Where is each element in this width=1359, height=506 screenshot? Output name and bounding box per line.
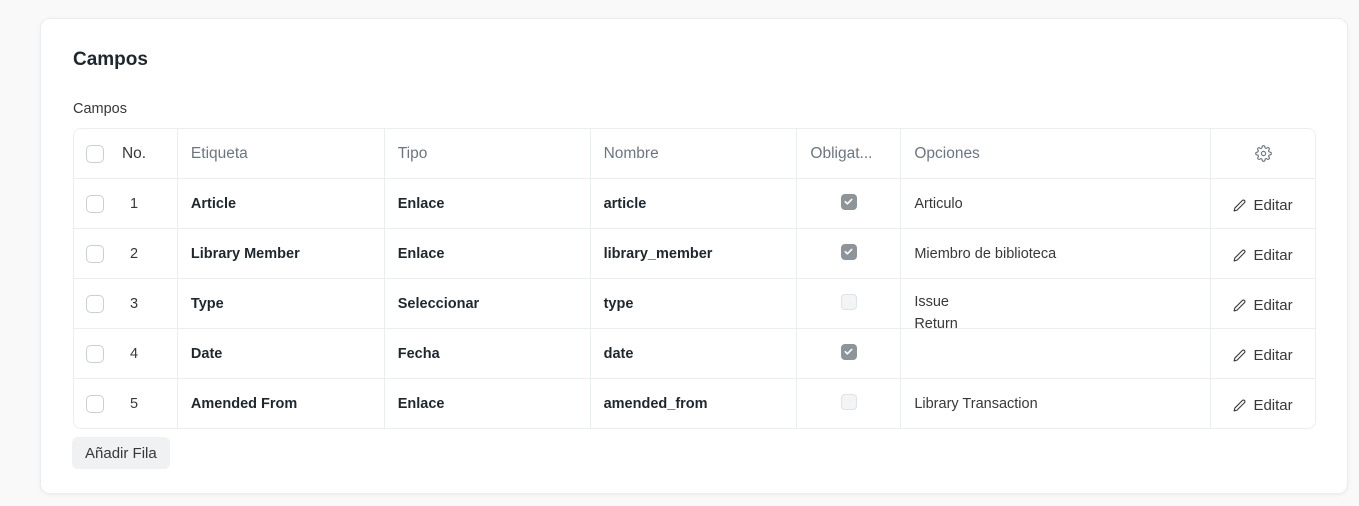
cell-label[interactable]: Amended From bbox=[178, 379, 385, 428]
header-label: Etiqueta bbox=[178, 129, 385, 178]
row-select-checkbox[interactable] bbox=[86, 294, 104, 313]
cell-type[interactable]: Enlace bbox=[385, 379, 591, 428]
table-row[interactable]: 2 Library Member Enlace library_member M… bbox=[74, 229, 1315, 279]
cell-options[interactable]: Miembro de biblioteca bbox=[901, 229, 1212, 278]
gear-icon[interactable] bbox=[1254, 145, 1272, 162]
add-row-button[interactable]: Añadir Fila bbox=[72, 437, 170, 469]
row-number: 4 bbox=[129, 345, 139, 362]
cell-options[interactable]: Issue Return bbox=[901, 279, 1212, 328]
cell-options[interactable]: Library Transaction bbox=[901, 379, 1212, 428]
required-checkbox[interactable] bbox=[840, 243, 857, 260]
row-index-cell: 2 bbox=[74, 229, 178, 278]
checkmark-icon bbox=[843, 246, 854, 257]
cell-options[interactable] bbox=[901, 329, 1212, 378]
header-options: Opciones bbox=[901, 129, 1212, 178]
cell-required[interactable] bbox=[797, 379, 902, 428]
cell-name[interactable]: amended_from bbox=[591, 379, 798, 428]
header-index-cell: No. bbox=[74, 129, 178, 178]
row-index-cell: 1 bbox=[74, 179, 178, 228]
table-header-row: No. Etiqueta Tipo Nombre Obligat... Opci… bbox=[74, 129, 1315, 179]
pencil-icon bbox=[1233, 299, 1246, 312]
table-row[interactable]: 1 Article Enlace article Articulo Editar bbox=[74, 179, 1315, 229]
edit-row-button[interactable]: Editar bbox=[1233, 397, 1293, 414]
edit-label: Editar bbox=[1253, 296, 1293, 314]
row-number: 2 bbox=[129, 245, 139, 262]
header-type: Tipo bbox=[385, 129, 591, 178]
cell-type[interactable]: Fecha bbox=[385, 329, 591, 378]
edit-cell: Editar bbox=[1211, 279, 1315, 328]
cell-label[interactable]: Date bbox=[178, 329, 385, 378]
cell-name[interactable]: date bbox=[591, 329, 798, 378]
row-index-cell: 5 bbox=[74, 379, 178, 428]
row-select-checkbox[interactable] bbox=[86, 395, 104, 413]
cell-name[interactable]: library_member bbox=[591, 229, 798, 278]
cell-name[interactable]: article bbox=[591, 179, 798, 228]
cell-label[interactable]: Article bbox=[178, 179, 385, 228]
table-row[interactable]: 5 Amended From Enlace amended_from Libra… bbox=[74, 379, 1315, 428]
edit-row-button[interactable]: Editar bbox=[1233, 196, 1293, 214]
section-title: Campos bbox=[73, 49, 148, 70]
option-line: Issue bbox=[914, 294, 949, 310]
table-row[interactable]: 3 Type Seleccionar type Issue Return Edit… bbox=[74, 279, 1315, 329]
cell-type[interactable]: Enlace bbox=[385, 179, 591, 228]
option-line: Articulo bbox=[914, 195, 963, 212]
option-line: Return bbox=[914, 316, 958, 328]
pencil-icon bbox=[1233, 199, 1246, 212]
header-no: No. bbox=[121, 144, 147, 162]
row-index-cell: 3 bbox=[74, 279, 178, 328]
edit-row-button[interactable]: Editar bbox=[1233, 246, 1293, 264]
settings-cell bbox=[1211, 129, 1315, 178]
row-number: 3 bbox=[129, 295, 139, 312]
required-checkbox[interactable] bbox=[840, 343, 857, 360]
pencil-icon bbox=[1233, 399, 1246, 412]
edit-label: Editar bbox=[1253, 397, 1293, 414]
cell-required[interactable] bbox=[797, 179, 902, 228]
edit-row-button[interactable]: Editar bbox=[1233, 346, 1293, 364]
edit-cell: Editar bbox=[1211, 229, 1315, 278]
cell-required[interactable] bbox=[797, 279, 902, 328]
cell-name[interactable]: type bbox=[591, 279, 798, 328]
edit-label: Editar bbox=[1253, 346, 1293, 364]
required-checkbox[interactable] bbox=[840, 293, 857, 310]
required-checkbox[interactable] bbox=[840, 394, 857, 410]
cell-type[interactable]: Enlace bbox=[385, 229, 591, 278]
edit-label: Editar bbox=[1253, 246, 1293, 264]
checkmark-icon bbox=[843, 346, 854, 357]
cell-label[interactable]: Type bbox=[178, 279, 385, 328]
edit-label: Editar bbox=[1253, 196, 1293, 214]
cell-type[interactable]: Seleccionar bbox=[385, 279, 591, 328]
fields-card: Campos Campos No. Etiqueta Tipo Nombre O… bbox=[40, 18, 1348, 494]
row-select-checkbox[interactable] bbox=[86, 244, 104, 263]
cell-required[interactable] bbox=[797, 229, 902, 278]
table-body: 1 Article Enlace article Articulo Editar… bbox=[74, 179, 1315, 428]
edit-row-button[interactable]: Editar bbox=[1233, 296, 1293, 314]
edit-cell: Editar bbox=[1211, 329, 1315, 378]
header-name: Nombre bbox=[591, 129, 798, 178]
option-line: Library Transaction bbox=[914, 396, 1038, 412]
cell-label[interactable]: Library Member bbox=[178, 229, 385, 278]
row-index-cell: 4 bbox=[74, 329, 178, 378]
edit-cell: Editar bbox=[1211, 179, 1315, 228]
fields-table: No. Etiqueta Tipo Nombre Obligat... Opci… bbox=[73, 128, 1316, 429]
table-row[interactable]: 4 Date Fecha date Editar bbox=[74, 329, 1315, 379]
row-number: 1 bbox=[129, 195, 139, 212]
edit-cell: Editar bbox=[1211, 379, 1315, 428]
cell-options[interactable]: Articulo bbox=[901, 179, 1212, 228]
required-checkbox[interactable] bbox=[840, 193, 857, 210]
table-field-label: Campos bbox=[73, 101, 127, 117]
pencil-icon bbox=[1233, 249, 1246, 262]
row-select-checkbox[interactable] bbox=[86, 194, 104, 213]
header-required: Obligat... bbox=[797, 129, 902, 178]
pencil-icon bbox=[1233, 349, 1246, 362]
checkmark-icon bbox=[843, 196, 854, 207]
options-list: Issue Return bbox=[914, 279, 958, 328]
option-line: Miembro de biblioteca bbox=[914, 245, 1057, 262]
cell-required[interactable] bbox=[797, 329, 902, 378]
row-number: 5 bbox=[129, 396, 139, 412]
select-all-checkbox[interactable] bbox=[86, 144, 104, 163]
row-select-checkbox[interactable] bbox=[86, 344, 104, 363]
